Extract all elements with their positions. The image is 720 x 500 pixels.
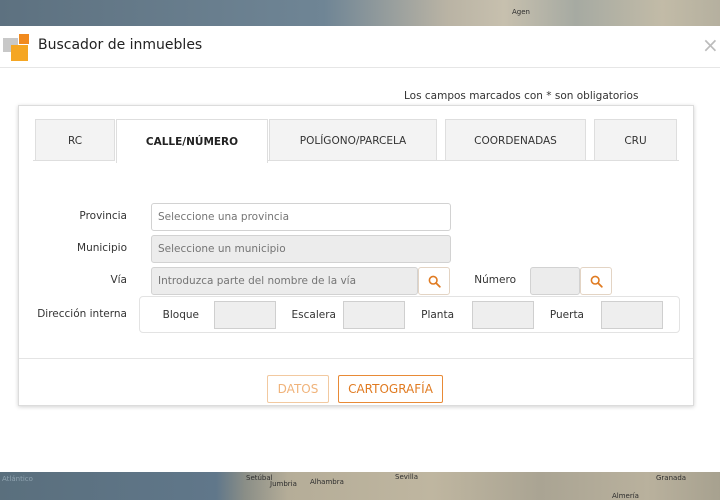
map-label: Almería: [612, 492, 639, 500]
provincia-label: Provincia: [79, 210, 127, 222]
map-label: Sevilla: [395, 473, 419, 481]
required-fields-note: Los campos marcados con * son obligatori…: [404, 90, 639, 102]
puerta-field[interactable]: [601, 301, 663, 329]
search-tabs: RC CALLE/NÚMERO POLÍGONO/PARCELA COORDEN…: [19, 106, 693, 163]
numero-search-button[interactable]: [580, 267, 612, 295]
planta-field[interactable]: [472, 301, 534, 329]
map-background-top: Agen: [0, 0, 720, 26]
via-label: Vía: [110, 274, 127, 286]
cartografia-button[interactable]: CARTOGRAFÍA: [338, 375, 443, 403]
map-label: Setúbal: [246, 474, 273, 482]
app-logo-icon: [3, 34, 31, 62]
municipio-field[interactable]: [151, 235, 451, 263]
map-label: Jumbria: [270, 480, 297, 488]
municipio-label: Municipio: [77, 242, 127, 254]
search-icon: [590, 275, 603, 288]
via-search-button[interactable]: [418, 267, 450, 295]
search-form-card: RC CALLE/NÚMERO POLÍGONO/PARCELA COORDEN…: [18, 105, 694, 406]
tab-rc[interactable]: RC: [35, 119, 115, 161]
bloque-label: Bloque: [162, 309, 199, 321]
map-label: Agen: [512, 8, 530, 16]
escalera-label: Escalera: [291, 309, 336, 321]
map-background-bottom: Atlántico Setúbal Sevilla Jumbria Alhamb…: [0, 472, 720, 500]
map-label: Granada: [656, 474, 687, 482]
direccion-interna-label: Dirección interna: [37, 308, 127, 320]
close-icon[interactable]: ×: [702, 35, 719, 55]
property-search-dialog: Buscador de inmuebles × Los campos marca…: [0, 26, 720, 472]
dialog-title: Buscador de inmuebles: [38, 37, 203, 53]
dialog-header: Buscador de inmuebles ×: [0, 26, 720, 68]
divider: [19, 358, 693, 359]
tab-poligono-parcela[interactable]: POLÍGONO/PARCELA: [269, 119, 437, 161]
provincia-field[interactable]: [151, 203, 451, 231]
via-field[interactable]: [151, 267, 418, 295]
map-label: Alhambra: [310, 478, 344, 486]
numero-label: Número: [474, 274, 516, 286]
map-label: Atlántico: [2, 475, 33, 483]
tab-coordenadas[interactable]: COORDENADAS: [445, 119, 586, 161]
direccion-interna-group: Bloque Escalera Planta Puerta: [139, 296, 680, 333]
escalera-field[interactable]: [343, 301, 405, 329]
planta-label: Planta: [421, 309, 454, 321]
tab-calle-numero[interactable]: CALLE/NÚMERO: [116, 119, 268, 163]
bloque-field[interactable]: [214, 301, 276, 329]
numero-field[interactable]: [530, 267, 580, 295]
tab-cru[interactable]: CRU: [594, 119, 677, 161]
datos-button[interactable]: DATOS: [267, 375, 329, 403]
puerta-label: Puerta: [549, 309, 584, 321]
search-icon: [428, 275, 441, 288]
